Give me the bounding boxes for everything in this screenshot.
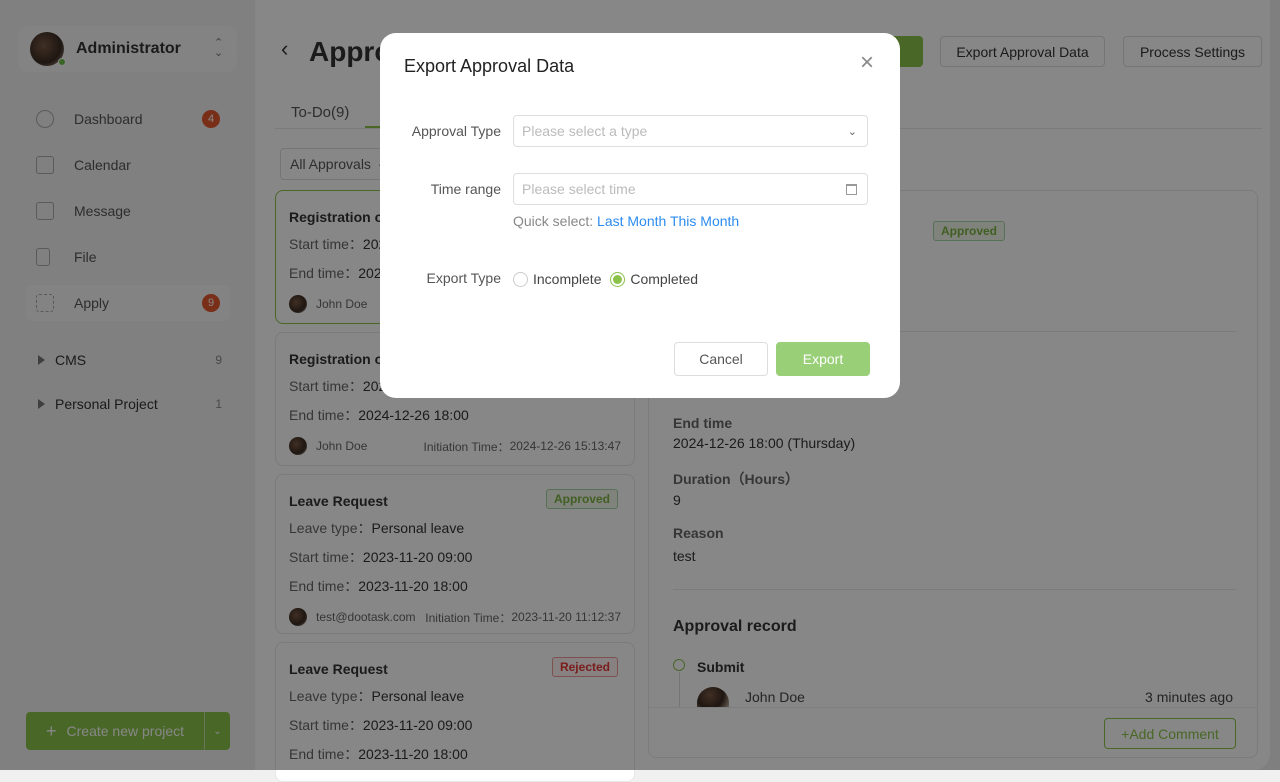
- radio-checked-icon: [610, 272, 626, 287]
- option-label: Completed: [630, 271, 699, 287]
- radio-incomplete[interactable]: Incomplete: [513, 271, 601, 287]
- close-icon[interactable]: ×: [860, 51, 874, 75]
- approval-type-select[interactable]: Please select a type ⌄: [513, 115, 868, 147]
- placeholder: Please select time: [522, 181, 636, 197]
- option-label: Incomplete: [533, 271, 602, 287]
- time-range-label: Time range: [430, 181, 501, 197]
- export-type-label: Export Type: [426, 270, 501, 286]
- time-range-picker[interactable]: Please select time: [513, 173, 868, 205]
- radio-completed[interactable]: Completed: [610, 271, 698, 287]
- export-approval-modal: Export Approval Data × Approval Type Ple…: [380, 33, 900, 398]
- radio-icon: [513, 272, 528, 287]
- modal-title: Export Approval Data: [404, 56, 575, 76]
- quick-select-label: Quick select:: [513, 213, 594, 229]
- last-month-link[interactable]: Last Month: [597, 213, 666, 229]
- chevron-down-icon: ⌄: [847, 125, 857, 138]
- export-button[interactable]: Export: [776, 342, 870, 376]
- cancel-button[interactable]: Cancel: [674, 342, 768, 376]
- calendar-icon: [846, 183, 857, 195]
- placeholder: Please select a type: [522, 123, 648, 139]
- this-month-link[interactable]: This Month: [670, 213, 739, 229]
- approval-type-label: Approval Type: [411, 123, 501, 139]
